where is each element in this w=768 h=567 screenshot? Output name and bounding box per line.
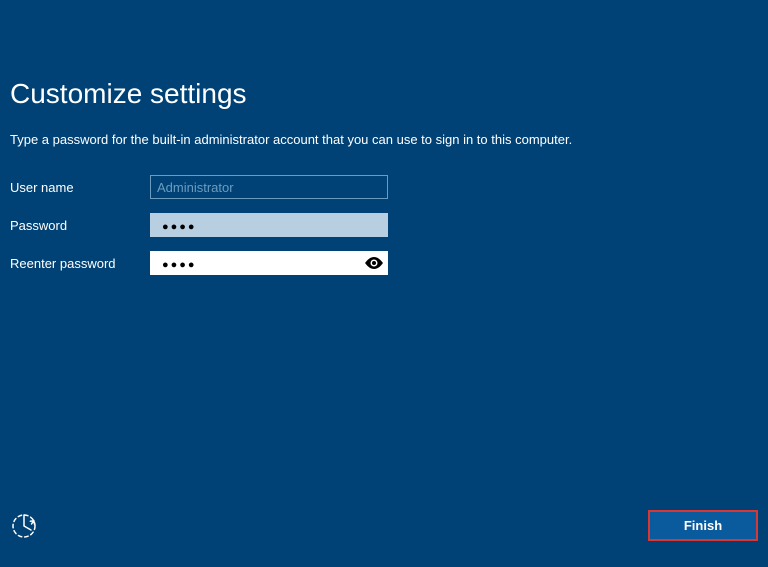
reenter-password-label: Reenter password	[10, 256, 150, 271]
reenter-password-row: Reenter password ●●●●	[10, 251, 758, 275]
password-input[interactable]: ●●●●	[150, 213, 388, 237]
reenter-password-input[interactable]: ●●●●	[150, 251, 388, 275]
username-input	[150, 175, 388, 199]
finish-button[interactable]: Finish	[648, 510, 758, 541]
page-title: Customize settings	[10, 78, 758, 110]
reveal-password-icon[interactable]	[365, 256, 383, 270]
password-row: Password ●●●●	[10, 213, 758, 237]
password-label: Password	[10, 218, 150, 233]
main-content: Customize settings Type a password for t…	[0, 0, 768, 275]
reenter-password-input-container: ●●●●	[150, 251, 388, 275]
username-input-container	[150, 175, 388, 199]
username-row: User name	[10, 175, 758, 199]
instruction-text: Type a password for the built-in adminis…	[10, 132, 758, 147]
ease-of-access-icon[interactable]	[10, 512, 38, 540]
username-label: User name	[10, 180, 150, 195]
password-input-container: ●●●●	[150, 213, 388, 237]
footer: Finish	[0, 510, 768, 541]
